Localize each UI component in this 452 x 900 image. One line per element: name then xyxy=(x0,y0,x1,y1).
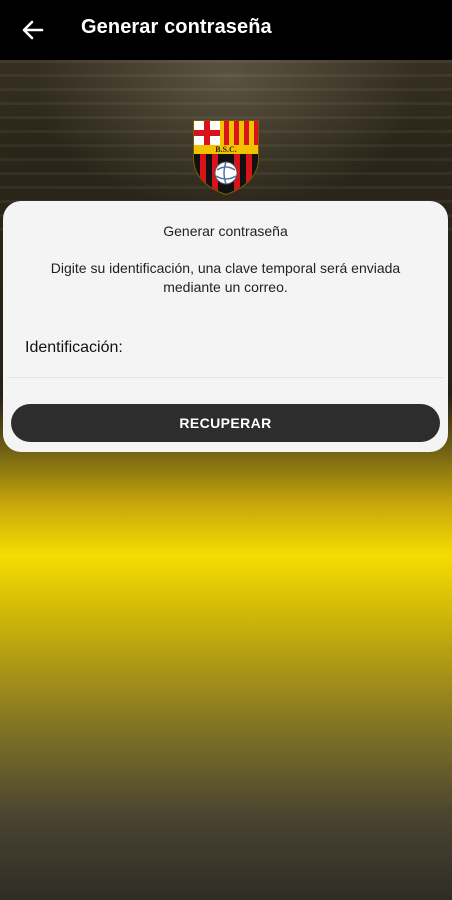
page-title: Generar contraseña xyxy=(81,16,272,38)
identification-label: Identificación: xyxy=(25,339,123,356)
input-underline xyxy=(7,377,444,378)
app-bar: Generar contraseña xyxy=(0,0,452,60)
card-title: Generar contraseña xyxy=(163,223,288,239)
back-button[interactable] xyxy=(18,16,48,44)
reset-password-card: Generar contraseña Digite su identificac… xyxy=(3,201,448,452)
crest-text: B.S.C. xyxy=(215,145,237,154)
recover-button[interactable]: RECUPERAR xyxy=(11,404,440,442)
identification-input[interactable] xyxy=(145,335,435,363)
card-description: Digite su identificación, una clave temp… xyxy=(50,260,401,295)
arrow-left-icon xyxy=(22,20,44,40)
bsc-crest-logo: B.S.C. xyxy=(189,118,263,196)
